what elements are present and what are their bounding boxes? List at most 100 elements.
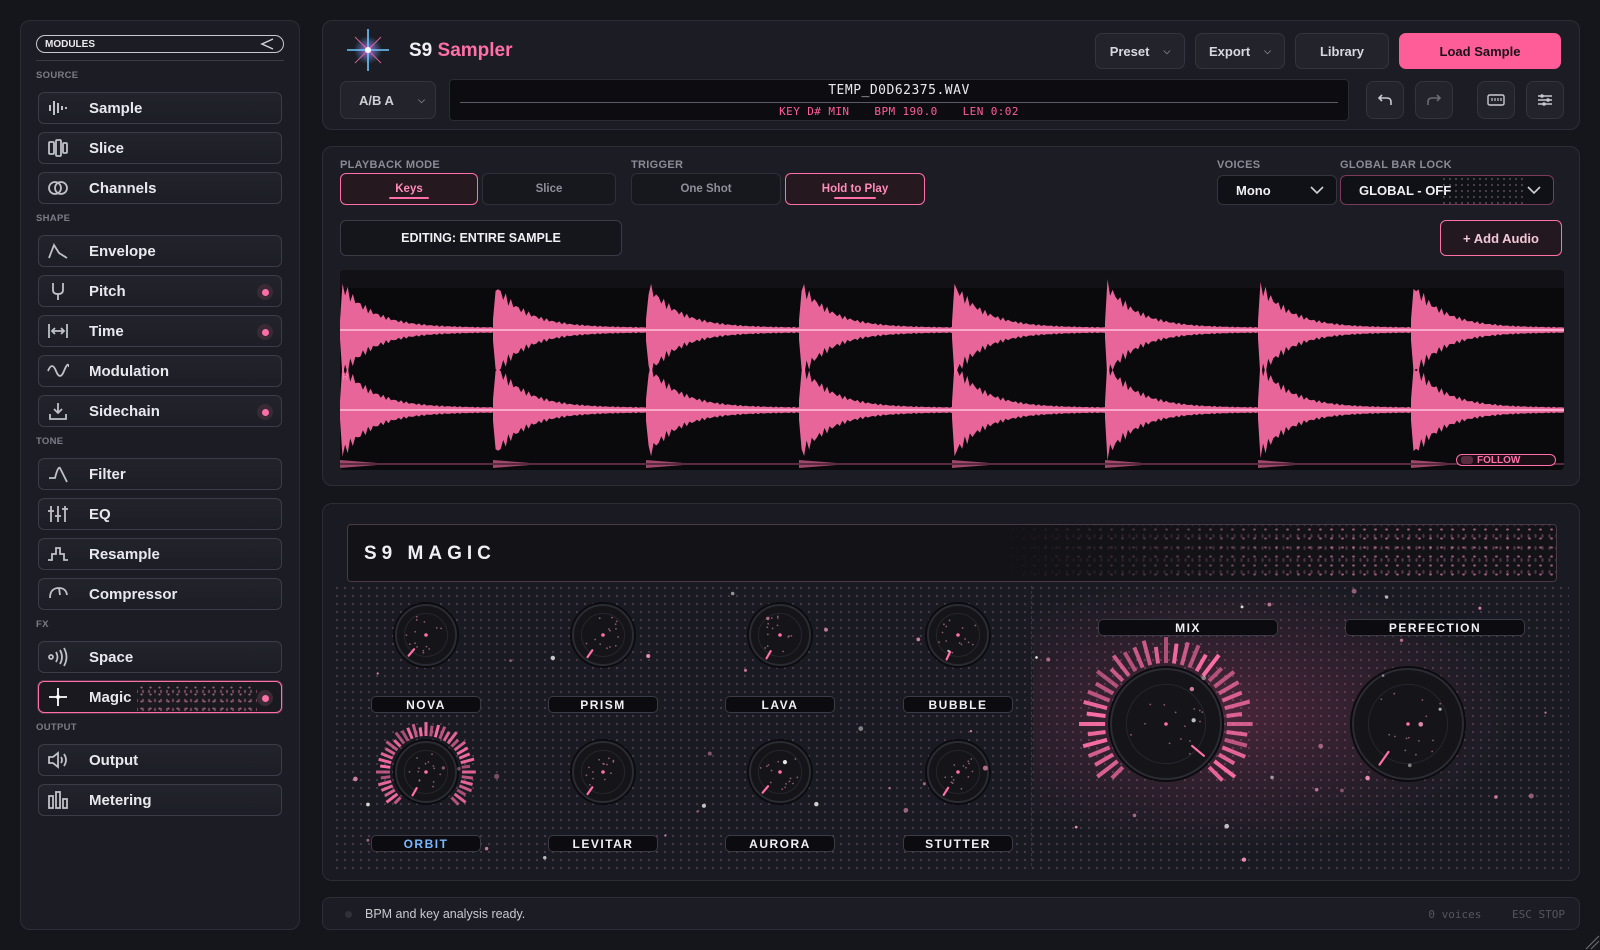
sparkle-dot xyxy=(947,650,949,652)
knob-center xyxy=(778,633,782,637)
knob-particle xyxy=(960,788,962,790)
module-slice[interactable]: Slice xyxy=(38,132,282,164)
add-audio-button[interactable]: + Add Audio xyxy=(1440,220,1562,256)
module-active-indicator[interactable] xyxy=(257,404,273,420)
knob-particle xyxy=(1404,750,1406,752)
bubble-knob[interactable] xyxy=(925,602,991,668)
modules-header[interactable]: MODULES xyxy=(36,35,284,53)
module-sample[interactable]: Sample xyxy=(38,92,282,124)
voices-select[interactable]: Mono xyxy=(1217,175,1337,205)
mode-slice-button[interactable]: Slice xyxy=(482,173,616,205)
module-sidechain[interactable]: Sidechain xyxy=(38,395,282,427)
perfection-knob[interactable] xyxy=(1350,666,1466,782)
editing-scope-button[interactable]: EDITING: ENTIRE SAMPLE xyxy=(340,220,622,256)
waveform-display[interactable]: R FOLLOW xyxy=(340,270,1564,470)
aurora-knob[interactable] xyxy=(747,739,813,805)
knob-ring-tick xyxy=(1112,767,1123,778)
knob-ring-tick xyxy=(1144,641,1151,665)
knob-particle xyxy=(796,777,798,779)
sparkle-dot xyxy=(1352,589,1357,594)
knob-particle xyxy=(945,640,947,642)
modules-divider xyxy=(36,60,284,61)
knob-particle xyxy=(794,758,796,760)
module-compressor[interactable]: Compressor xyxy=(38,578,282,610)
knob-ring-tick xyxy=(1209,767,1222,780)
module-magic[interactable]: Magic xyxy=(38,681,282,713)
preset-button[interactable]: Preset ⌵ xyxy=(1095,33,1185,69)
library-button[interactable]: Library xyxy=(1295,33,1389,69)
resize-grip-icon[interactable] xyxy=(1580,930,1600,950)
knob-particle xyxy=(1432,740,1434,742)
ab-compare-select[interactable]: A/B A ⌵ xyxy=(340,81,436,119)
module-envelope[interactable]: Envelope xyxy=(38,235,282,267)
tuning-fork-icon xyxy=(45,280,71,302)
settings-button[interactable] xyxy=(1526,81,1564,119)
global-bar-lock-select[interactable]: GLOBAL - OFF xyxy=(1340,175,1554,205)
trigger-hold-button[interactable]: Hold to Play xyxy=(785,173,925,205)
sparkle-dot xyxy=(708,752,712,756)
module-active-indicator[interactable] xyxy=(257,284,273,300)
bar-lock-value: GLOBAL - OFF xyxy=(1359,183,1451,198)
undo-button[interactable] xyxy=(1366,81,1404,119)
knob-ring-tick xyxy=(440,727,445,739)
knob-ring-tick xyxy=(1222,693,1241,701)
sparkle-dot xyxy=(1075,826,1078,829)
knob-particle xyxy=(767,645,769,647)
sparkle-dot xyxy=(1439,708,1442,711)
module-space[interactable]: Space xyxy=(38,641,282,673)
sparkle-dot xyxy=(923,782,926,785)
filter-curve-icon xyxy=(45,463,71,485)
section-tone: TONE xyxy=(36,436,284,450)
knob-particle xyxy=(781,788,783,790)
export-button[interactable]: Export ⌵ xyxy=(1195,33,1285,69)
mix-knob[interactable] xyxy=(1079,637,1253,782)
prism-knob[interactable] xyxy=(570,602,636,668)
module-active-indicator[interactable] xyxy=(257,324,273,340)
knob-label-perfection: PERFECTION xyxy=(1345,619,1525,636)
knob-particle xyxy=(767,634,769,636)
trigger-one-shot-button[interactable]: One Shot xyxy=(631,173,781,205)
knob-particle xyxy=(785,783,787,785)
knob-ring-tick xyxy=(462,777,473,778)
module-pitch[interactable]: Pitch xyxy=(38,275,282,307)
knob-ring-tick xyxy=(381,786,392,791)
knob-ring-tick xyxy=(1225,740,1247,746)
knob-particle xyxy=(615,645,617,647)
knob-particle xyxy=(606,764,608,766)
knob-particle xyxy=(789,780,791,782)
module-channels[interactable]: Channels xyxy=(38,172,282,204)
file-display: TEMP_D0D62375.WAV KEY D# MIN BPM 190.0 L… xyxy=(449,79,1349,121)
module-active-indicator[interactable] xyxy=(257,690,273,706)
sparkle-dot xyxy=(1408,763,1412,767)
sparkle-dot xyxy=(744,669,747,672)
load-sample-button[interactable]: Load Sample xyxy=(1399,33,1561,69)
knob-particle xyxy=(1130,734,1132,736)
follow-toggle[interactable]: FOLLOW xyxy=(1456,454,1556,466)
section-output: OUTPUT xyxy=(36,722,284,736)
knob-ring-tick xyxy=(402,731,408,741)
knob-particle xyxy=(959,642,961,644)
sparkle-dot xyxy=(1478,607,1481,610)
collapse-icon[interactable] xyxy=(259,38,275,50)
stutter-knob[interactable] xyxy=(925,739,991,805)
knob-ring-tick xyxy=(1222,747,1245,756)
voices-value: Mono xyxy=(1236,183,1271,198)
knob-ring-tick xyxy=(413,724,417,737)
redo-button[interactable] xyxy=(1415,81,1453,119)
keyboard-button[interactable] xyxy=(1477,81,1515,119)
module-modulation[interactable]: Modulation xyxy=(38,355,282,387)
module-eq[interactable]: EQ xyxy=(38,498,282,530)
module-resample[interactable]: Resample xyxy=(38,538,282,570)
levitar-knob[interactable] xyxy=(570,739,636,805)
lava-knob[interactable] xyxy=(747,602,813,668)
nova-knob[interactable] xyxy=(393,602,459,668)
module-metering[interactable]: Metering xyxy=(38,784,282,816)
orbit-knob[interactable] xyxy=(376,722,476,805)
sparkle-dot xyxy=(442,766,445,769)
module-output[interactable]: Output xyxy=(38,744,282,776)
module-time[interactable]: Time xyxy=(38,315,282,347)
slice-icon xyxy=(45,137,71,159)
mode-keys-button[interactable]: Keys xyxy=(340,173,478,205)
module-filter[interactable]: Filter xyxy=(38,458,282,490)
module-label: Metering xyxy=(89,792,152,809)
